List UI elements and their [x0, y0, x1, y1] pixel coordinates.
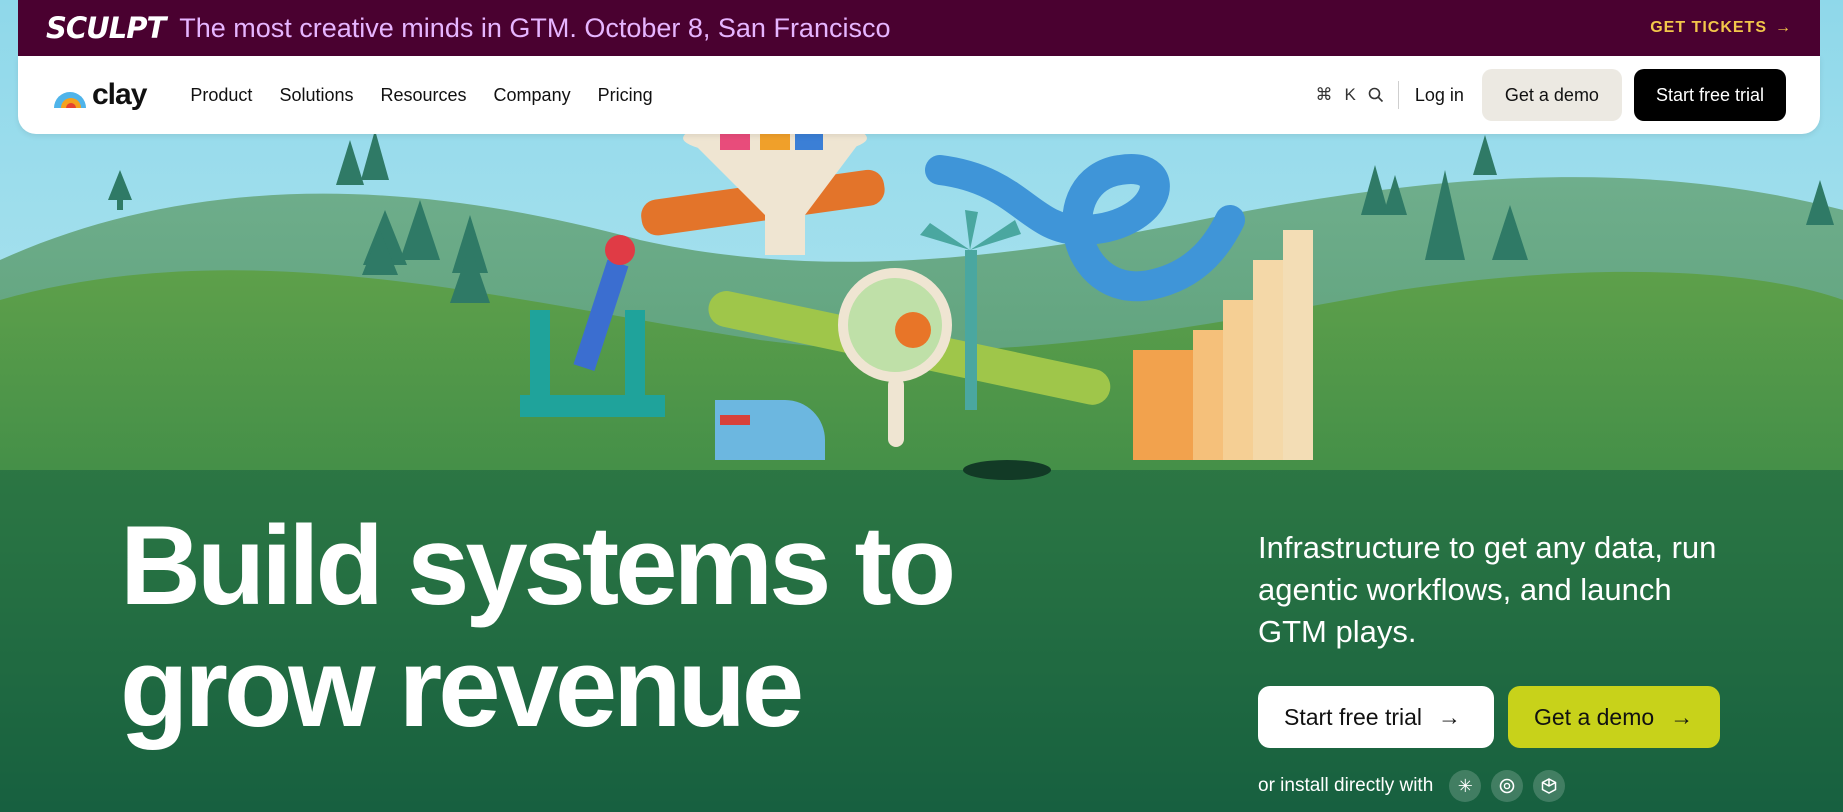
nav-link-company[interactable]: Company: [494, 85, 571, 106]
nav-links: Product Solutions Resources Company Pric…: [190, 85, 652, 106]
k-key-label: K: [1344, 85, 1356, 104]
login-link[interactable]: Log in: [1415, 85, 1464, 106]
openai-icon[interactable]: [1491, 770, 1524, 802]
nav-divider: [1397, 81, 1399, 109]
arrow-right-icon: →: [1775, 19, 1792, 36]
hero-start-trial-label: Start free trial: [1284, 703, 1423, 730]
hero-subtitle: Infrastructure to get any data, run agen…: [1258, 530, 1717, 649]
arrow-right-icon: →: [1670, 703, 1694, 730]
sculpt-logo: SCULPT: [46, 11, 166, 45]
get-tickets-link[interactable]: GET TICKETS →: [1650, 19, 1792, 37]
search-shortcut[interactable]: ⌘ K: [1316, 85, 1384, 105]
hero-get-demo-label: Get a demo: [1534, 703, 1655, 730]
install-text: or install directly with: [1258, 775, 1434, 796]
nav-start-trial-button[interactable]: Start free trial: [1633, 69, 1786, 121]
nav-get-demo-button[interactable]: Get a demo: [1481, 69, 1622, 121]
hero-cta-row: Start free trial → Get a demo →: [1258, 686, 1720, 748]
clay-logo-text: clay: [92, 78, 147, 111]
search-icon: [1368, 87, 1383, 103]
hero-start-trial-button[interactable]: Start free trial →: [1258, 686, 1494, 748]
hero-get-demo-button[interactable]: Get a demo →: [1508, 686, 1720, 748]
cube-icon[interactable]: [1533, 770, 1566, 802]
hero-title-line1: Build systems to: [120, 503, 956, 628]
claude-icon[interactable]: ✳: [1449, 770, 1482, 802]
main-nav: clay Product Solutions Resources Company…: [18, 56, 1820, 134]
nav-link-resources[interactable]: Resources: [381, 85, 467, 106]
get-tickets-label: GET TICKETS: [1650, 19, 1767, 36]
hero-title-line2: grow revenue: [120, 625, 804, 750]
nav-link-product[interactable]: Product: [190, 85, 252, 106]
hero-title: Build systems to grow revenue: [120, 505, 1020, 749]
clay-logo[interactable]: clay: [52, 78, 147, 112]
clay-rainbow-icon: [54, 92, 86, 108]
nav-link-solutions[interactable]: Solutions: [279, 85, 353, 106]
nav-link-pricing[interactable]: Pricing: [598, 85, 653, 106]
nav-actions: ⌘ K Log in Get a demo Start free trial: [1316, 69, 1786, 121]
announcement-bar: SCULPT The most creative minds in GTM. O…: [18, 0, 1820, 56]
install-row: or install directly with ✳: [1258, 770, 1566, 802]
arrow-right-icon: →: [1438, 703, 1462, 730]
command-key-icon: ⌘: [1315, 85, 1333, 104]
announcement-message: The most creative minds in GTM. October …: [179, 12, 891, 43]
